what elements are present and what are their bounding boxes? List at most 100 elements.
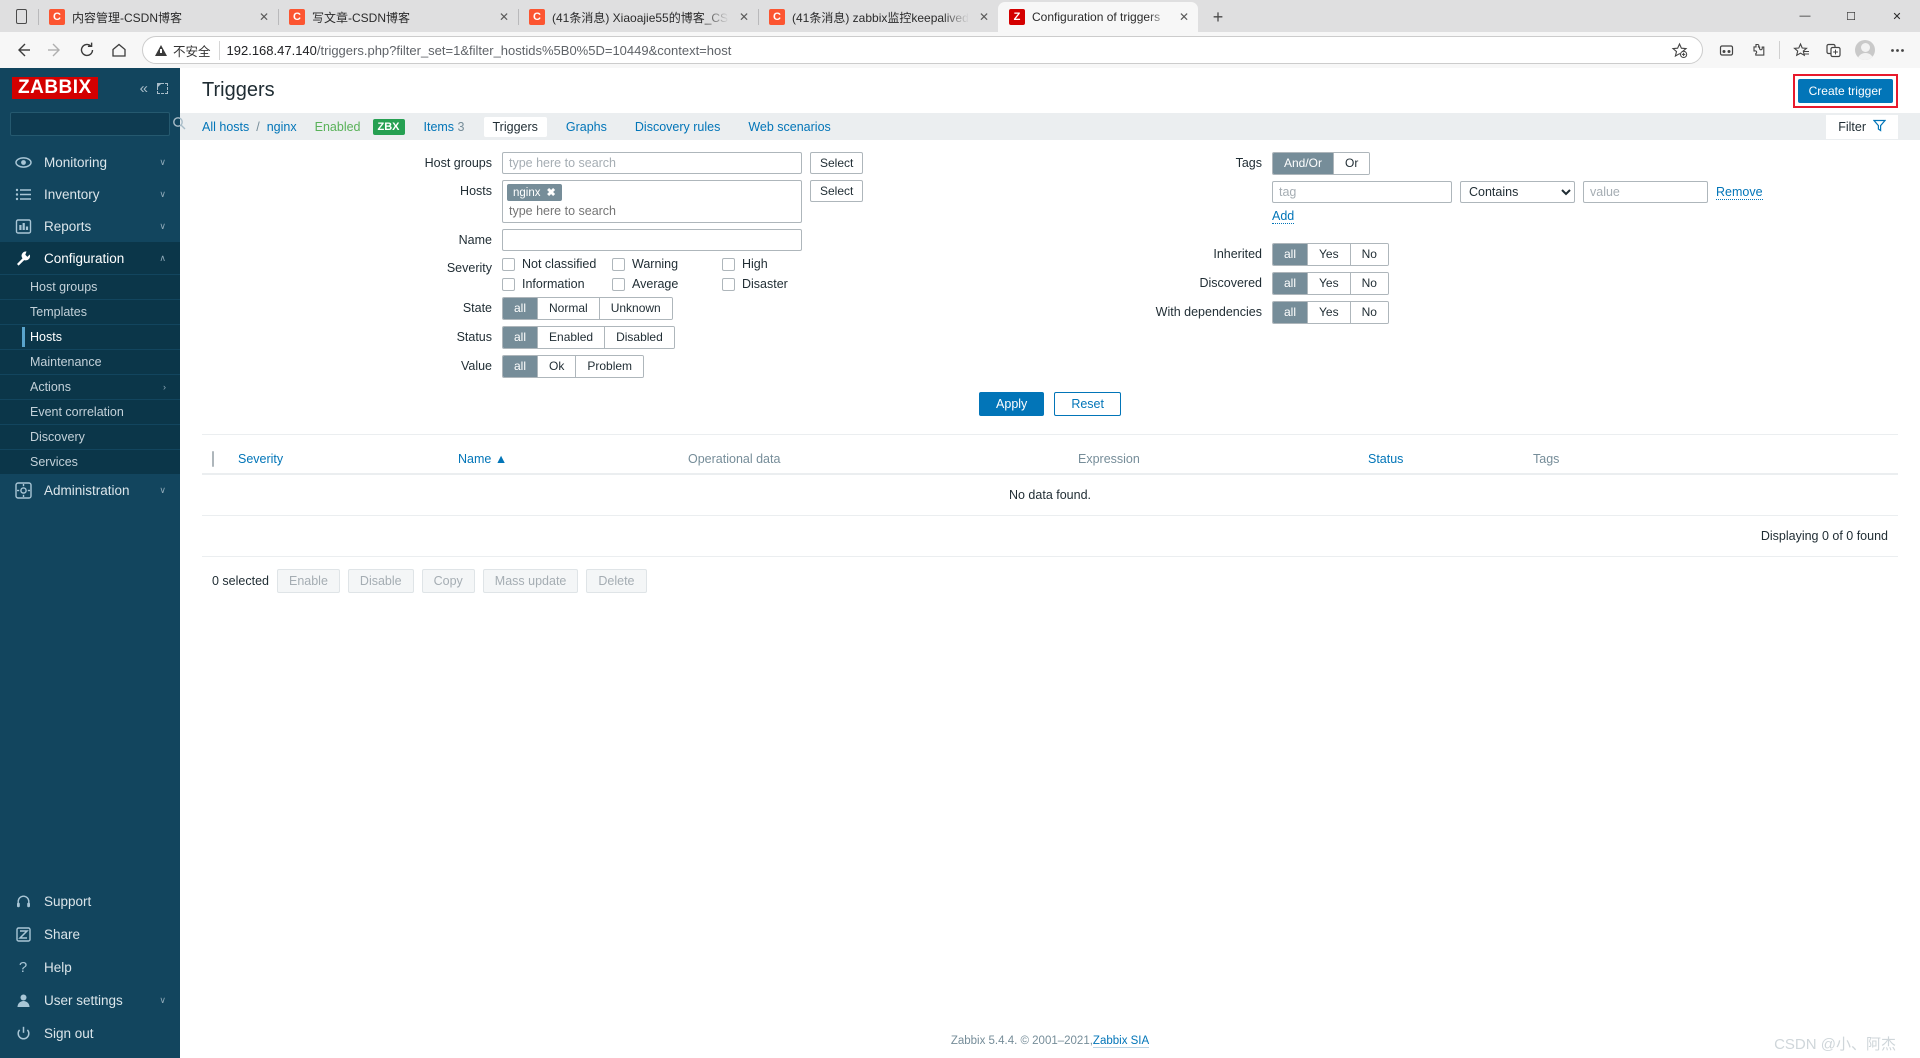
inherited-option-yes[interactable]: Yes: [1307, 244, 1350, 265]
close-window-button[interactable]: ✕: [1874, 0, 1920, 32]
checkbox-icon[interactable]: [612, 257, 625, 271]
severity-checkbox-warning[interactable]: Warning: [612, 257, 722, 271]
tab-graphs[interactable]: Graphs: [557, 117, 616, 137]
back-icon[interactable]: [8, 35, 38, 65]
value-option-ok[interactable]: Ok: [537, 356, 576, 377]
sidebar-item-templates[interactable]: Templates: [0, 299, 180, 324]
tags-mode-or[interactable]: Or: [1333, 153, 1370, 174]
apply-button[interactable]: Apply: [979, 392, 1045, 416]
severity-checkbox-not-classified[interactable]: Not classified: [502, 257, 612, 271]
more-options-icon[interactable]: [1882, 35, 1912, 65]
sidebar-item-reports[interactable]: Reports ∨: [0, 210, 180, 242]
profile-avatar[interactable]: [1850, 35, 1880, 65]
new-tab-button[interactable]: +: [1204, 3, 1232, 31]
host-status-label[interactable]: Enabled: [315, 120, 361, 134]
close-icon[interactable]: ✕: [496, 9, 512, 25]
host-groups-input[interactable]: [502, 152, 802, 174]
browser-tab[interactable]: C 内容管理-CSDN博客 ✕: [38, 2, 278, 32]
remove-chip-icon[interactable]: ✖: [547, 186, 556, 199]
severity-checkbox-average[interactable]: Average: [612, 277, 722, 291]
tag-value-input[interactable]: [1583, 181, 1708, 203]
security-warning[interactable]: 不安全: [155, 40, 220, 60]
inherited-option-no[interactable]: No: [1349, 244, 1388, 265]
sidebar-item-user-settings[interactable]: User settings ∨: [0, 984, 180, 1017]
status-option-disabled[interactable]: Disabled: [604, 327, 674, 348]
sidebar-item-discovery[interactable]: Discovery: [0, 424, 180, 449]
tab-web-scenarios[interactable]: Web scenarios: [739, 117, 839, 137]
value-option-all[interactable]: all: [503, 356, 538, 377]
address-bar[interactable]: 不安全 192.168.47.140/triggers.php?filter_s…: [142, 36, 1703, 64]
state-option-all[interactable]: all: [503, 298, 538, 319]
hide-sidebar-icon[interactable]: [157, 82, 168, 94]
split-screen-icon[interactable]: [1818, 35, 1848, 65]
host-groups-select-button[interactable]: Select: [810, 152, 864, 174]
tab-triggers[interactable]: Triggers: [483, 116, 547, 137]
collections-icon[interactable]: [1711, 35, 1741, 65]
tab-search-icon[interactable]: [4, 0, 38, 32]
discovered-option-yes[interactable]: Yes: [1307, 273, 1350, 294]
close-icon[interactable]: ✕: [256, 9, 272, 25]
status-option-enabled[interactable]: Enabled: [537, 327, 605, 348]
sidebar-item-administration[interactable]: Administration ∨: [0, 474, 180, 506]
sidebar-item-host-groups[interactable]: Host groups: [0, 274, 180, 299]
checkbox-icon[interactable]: [502, 277, 515, 291]
zabbix-sia-link[interactable]: Zabbix SIA: [1092, 1035, 1150, 1048]
home-icon[interactable]: [104, 35, 134, 65]
breadcrumb-host[interactable]: nginx: [267, 120, 297, 134]
select-all-checkbox[interactable]: [212, 451, 214, 467]
column-severity[interactable]: Severity: [228, 445, 448, 475]
with-dependencies-option-yes[interactable]: Yes: [1307, 302, 1350, 323]
severity-checkbox-high[interactable]: High: [722, 257, 832, 271]
column-status[interactable]: Status: [1358, 445, 1523, 475]
extensions-icon[interactable]: [1743, 35, 1773, 65]
column-name[interactable]: Name ▲: [448, 445, 678, 475]
tab-items[interactable]: Items 3: [415, 117, 474, 137]
tag-remove-link[interactable]: Remove: [1716, 185, 1763, 200]
inherited-option-all[interactable]: all: [1273, 244, 1308, 265]
filter-tab[interactable]: Filter: [1826, 114, 1898, 139]
with-dependencies-option-no[interactable]: No: [1349, 302, 1388, 323]
browser-tab[interactable]: C 写文章-CSDN博客 ✕: [278, 2, 518, 32]
tab-discovery-rules[interactable]: Discovery rules: [626, 117, 729, 137]
sidebar-item-maintenance[interactable]: Maintenance: [0, 349, 180, 374]
name-input[interactable]: [502, 229, 802, 251]
sidebar-item-share[interactable]: Share: [0, 918, 180, 951]
status-option-all[interactable]: all: [503, 327, 538, 348]
browser-tab-active[interactable]: Z Configuration of triggers ✕: [998, 2, 1198, 32]
sidebar-item-services[interactable]: Services: [0, 449, 180, 474]
zbx-availability-badge[interactable]: ZBX: [372, 118, 405, 135]
sidebar-item-configuration[interactable]: Configuration ∧: [0, 242, 180, 274]
collapse-sidebar-icon[interactable]: «: [140, 80, 148, 97]
close-icon[interactable]: ✕: [1176, 9, 1192, 25]
hosts-multiselect[interactable]: nginx ✖: [502, 180, 802, 223]
state-option-normal[interactable]: Normal: [537, 298, 599, 319]
tags-mode-andor[interactable]: And/Or: [1273, 153, 1334, 174]
checkbox-icon[interactable]: [722, 257, 735, 271]
hosts-select-button[interactable]: Select: [810, 180, 864, 202]
sidebar-item-event-correlation[interactable]: Event correlation: [0, 399, 180, 424]
sidebar-item-support[interactable]: Support: [0, 885, 180, 918]
discovered-option-no[interactable]: No: [1349, 273, 1388, 294]
reset-button[interactable]: Reset: [1054, 392, 1121, 416]
severity-checkbox-disaster[interactable]: Disaster: [722, 277, 832, 291]
state-option-unknown[interactable]: Unknown: [598, 298, 672, 319]
minimize-button[interactable]: —: [1782, 0, 1828, 32]
zabbix-logo[interactable]: ZABBIX: [12, 76, 98, 100]
tag-operator-select[interactable]: Contains: [1460, 181, 1575, 203]
browser-tab[interactable]: C (41条消息) Xiaoajie55的博客_CSD ✕: [518, 2, 758, 32]
sidebar-search[interactable]: [10, 112, 186, 136]
checkbox-icon[interactable]: [502, 257, 515, 271]
search-input[interactable]: [17, 117, 172, 131]
add-favorite-icon[interactable]: [1664, 35, 1694, 65]
search-icon[interactable]: [172, 116, 186, 133]
sidebar-item-actions[interactable]: Actions ›: [0, 374, 180, 399]
reload-icon[interactable]: [72, 35, 102, 65]
sidebar-item-monitoring[interactable]: Monitoring ∨: [0, 146, 180, 178]
browser-tab[interactable]: C (41条消息) zabbix监控keepalived ✕: [758, 2, 998, 32]
checkbox-icon[interactable]: [612, 277, 625, 291]
close-icon[interactable]: ✕: [976, 9, 992, 25]
sidebar-item-help[interactable]: ? Help: [0, 951, 180, 984]
maximize-button[interactable]: ☐: [1828, 0, 1874, 32]
tag-name-input[interactable]: [1272, 181, 1452, 203]
hosts-chip[interactable]: nginx ✖: [507, 184, 562, 201]
